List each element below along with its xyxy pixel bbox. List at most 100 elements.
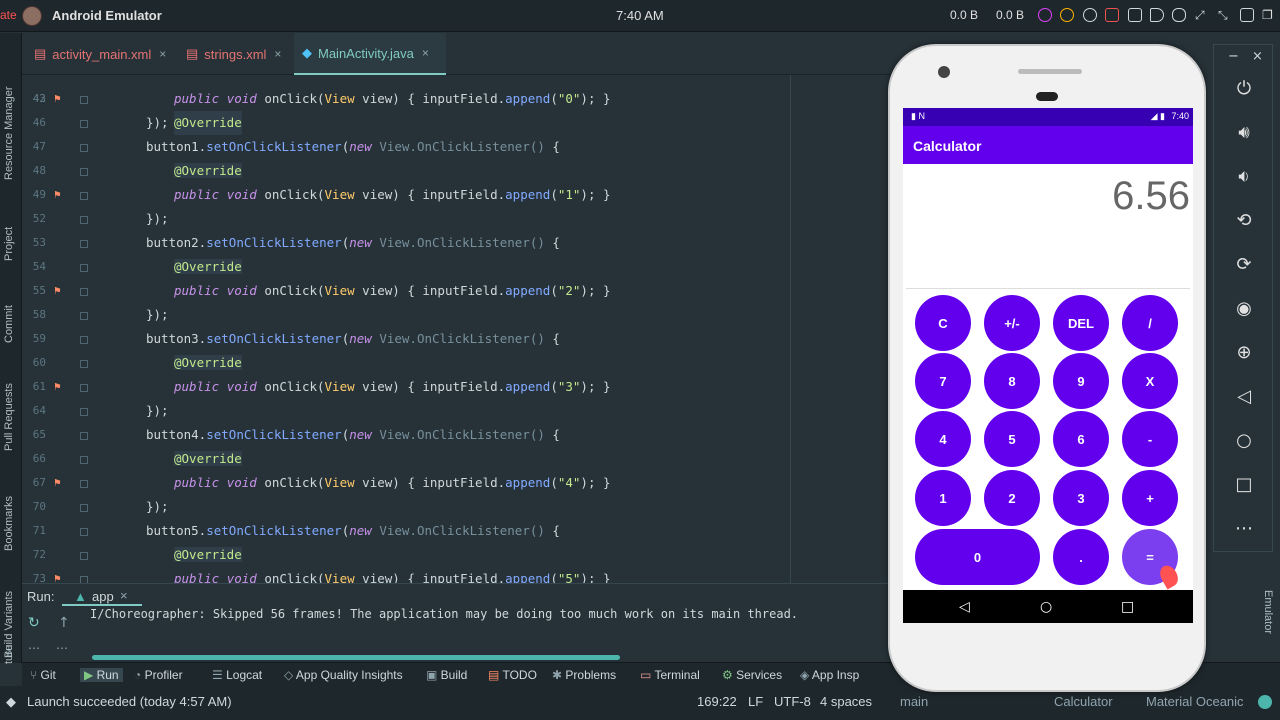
caret-position[interactable]: 169:22 [697, 694, 737, 709]
calc-key[interactable]: 9 [1053, 353, 1109, 409]
tool-terminal[interactable]: ▭ Terminal [640, 668, 700, 682]
lambda-marker-icon[interactable]: ⚑ [54, 471, 61, 495]
volume-up-icon[interactable]: 🔊︎ [1214, 117, 1274, 147]
sidebar-item-emulator[interactable]: Emulator [1262, 590, 1274, 652]
tab-activity-main-xml[interactable]: ▤ activity_main.xml × [26, 33, 174, 75]
sidebar-item-commit[interactable]: Commit [3, 285, 15, 343]
resize-icon[interactable]: ⤡ [1218, 8, 1232, 22]
fold-icon[interactable] [80, 576, 88, 583]
tool-build[interactable]: ▣ Build [426, 668, 467, 682]
code-editor[interactable]: 42 @Override 43 ⚑ public void onClick(View… [22, 75, 890, 583]
fold-icon[interactable] [80, 192, 88, 200]
fold-icon[interactable] [80, 528, 88, 536]
fold-icon[interactable] [80, 216, 88, 224]
line-separator[interactable]: LF [748, 694, 763, 709]
calc-key[interactable]: DEL [1053, 295, 1109, 351]
calc-key[interactable]: - [1122, 411, 1178, 467]
scroll-up-icon[interactable]: ↑ [58, 615, 70, 631]
file-encoding[interactable]: UTF-8 [774, 694, 811, 709]
close-icon[interactable]: × [1252, 49, 1263, 64]
tab-mainactivity-java[interactable]: ◆ MainActivity.java × [294, 33, 446, 75]
fold-icon[interactable] [80, 312, 88, 320]
tab-strings-xml[interactable]: ▤ strings.xml × [178, 33, 290, 75]
system-clock[interactable]: 7:40 AM [616, 8, 664, 23]
clipboard-icon[interactable] [1128, 8, 1142, 22]
back-icon[interactable]: ◁ [1214, 381, 1274, 411]
theme-name[interactable]: Material Oceanic [1146, 694, 1244, 709]
tool-app-inspection[interactable]: ◈ App Insp [800, 668, 859, 682]
tool-run[interactable]: ▶ Run [80, 668, 123, 682]
fold-icon[interactable] [80, 552, 88, 560]
sidebar-item-structure[interactable]: ture [3, 640, 15, 664]
calc-key[interactable]: . [1053, 529, 1109, 585]
lambda-marker-icon[interactable]: ⚑ [54, 183, 61, 207]
zoom-icon[interactable]: ⊕ [1214, 337, 1274, 367]
close-icon[interactable]: × [422, 46, 429, 60]
calc-key[interactable]: +/- [984, 295, 1040, 351]
recents-icon[interactable]: □ [1121, 599, 1134, 615]
overview-icon[interactable]: □ [1214, 469, 1274, 499]
tool-app-quality-insights[interactable]: ◇ App Quality Insights [284, 668, 403, 682]
calc-key[interactable]: X [1122, 353, 1178, 409]
calc-key[interactable]: 6 [1053, 411, 1109, 467]
restore-icon[interactable]: ❐ [1262, 8, 1276, 22]
rotate-left-icon[interactable]: ⟲ [1214, 205, 1274, 235]
fold-icon[interactable] [80, 264, 88, 272]
chrome-icon[interactable] [1060, 8, 1074, 22]
power-icon[interactable]: ⏻ [1214, 73, 1274, 103]
calc-key[interactable]: 0 [915, 529, 1040, 585]
calc-key[interactable]: 5 [984, 411, 1040, 467]
fold-icon[interactable] [80, 240, 88, 248]
volume-icon[interactable] [1150, 8, 1164, 22]
wifi-icon[interactable]: ⤢ [1195, 8, 1209, 22]
fold-icon[interactable] [80, 96, 88, 104]
fold-icon[interactable] [80, 456, 88, 464]
calc-key[interactable]: 8 [984, 353, 1040, 409]
sidebar-item-resource-manager[interactable]: Resource Manager [3, 45, 15, 180]
close-icon[interactable]: × [120, 588, 128, 603]
close-icon[interactable]: × [274, 47, 281, 61]
horizontal-scrollbar[interactable] [92, 655, 620, 660]
calc-key[interactable]: 2 [984, 470, 1040, 526]
close-icon[interactable]: × [159, 47, 166, 61]
tool-todo[interactable]: ▤ TODO [488, 668, 537, 682]
tool-logcat[interactable]: ☰ Logcat [212, 668, 262, 682]
lambda-marker-icon[interactable]: ⚑ [54, 87, 61, 111]
run-config-tab[interactable]: app [92, 589, 114, 604]
fold-icon[interactable] [80, 144, 88, 152]
tray-app-icon[interactable] [1038, 8, 1052, 22]
tool-profiler[interactable]: ◔ Profiler [134, 668, 183, 682]
fold-icon[interactable] [80, 288, 88, 296]
rotate-right-icon[interactable]: ⟳ [1214, 249, 1274, 279]
calc-key[interactable]: 3 [1053, 470, 1109, 526]
home-icon[interactable]: ○ [1040, 599, 1052, 615]
sidebar-item-pull-requests[interactable]: Pull Requests [3, 363, 15, 451]
fold-icon[interactable] [80, 408, 88, 416]
tray-circle-icon[interactable] [1083, 8, 1097, 22]
fold-icon[interactable] [80, 120, 88, 128]
rerun-icon[interactable]: ↻ [28, 615, 40, 631]
notification-icon[interactable] [1258, 695, 1272, 709]
tool-problems[interactable]: ✱ Problems [552, 668, 616, 682]
tool-git[interactable]: ⑂ Git [30, 668, 56, 682]
calc-key[interactable]: 4 [915, 411, 971, 467]
microphone-icon[interactable] [1172, 8, 1186, 22]
lambda-marker-icon[interactable]: ⚑ [54, 279, 61, 303]
calc-key[interactable]: + [1122, 470, 1178, 526]
indent-setting[interactable]: 4 spaces [820, 694, 872, 709]
calc-key[interactable]: / [1122, 295, 1178, 351]
run-console[interactable]: ↻ ↑ ⋯ ⋯ I/Choreographer: Skipped 56 fram… [22, 607, 890, 662]
fold-icon[interactable] [80, 432, 88, 440]
record-icon[interactable] [1105, 8, 1119, 22]
volume-down-icon[interactable]: 🔉︎ [1214, 161, 1274, 191]
lambda-marker-icon[interactable]: ⚑ [54, 567, 61, 583]
home-icon[interactable]: ○ [1214, 425, 1274, 455]
device-screen[interactable]: ▮ N ◢ ▮ 7:40 Calculator 6.56 C +/- DEL / 7 8 9… [903, 108, 1193, 623]
more-options-icon[interactable]: ⋯ [1214, 513, 1274, 543]
back-icon[interactable]: ◁ [959, 599, 970, 615]
fold-icon[interactable] [80, 384, 88, 392]
more-icon[interactable]: ⋯ [28, 641, 40, 655]
tool-services[interactable]: ⚙ Services [722, 668, 782, 682]
minimize-icon[interactable]: − [1228, 49, 1239, 64]
sidebar-item-project[interactable]: Project [3, 211, 15, 261]
